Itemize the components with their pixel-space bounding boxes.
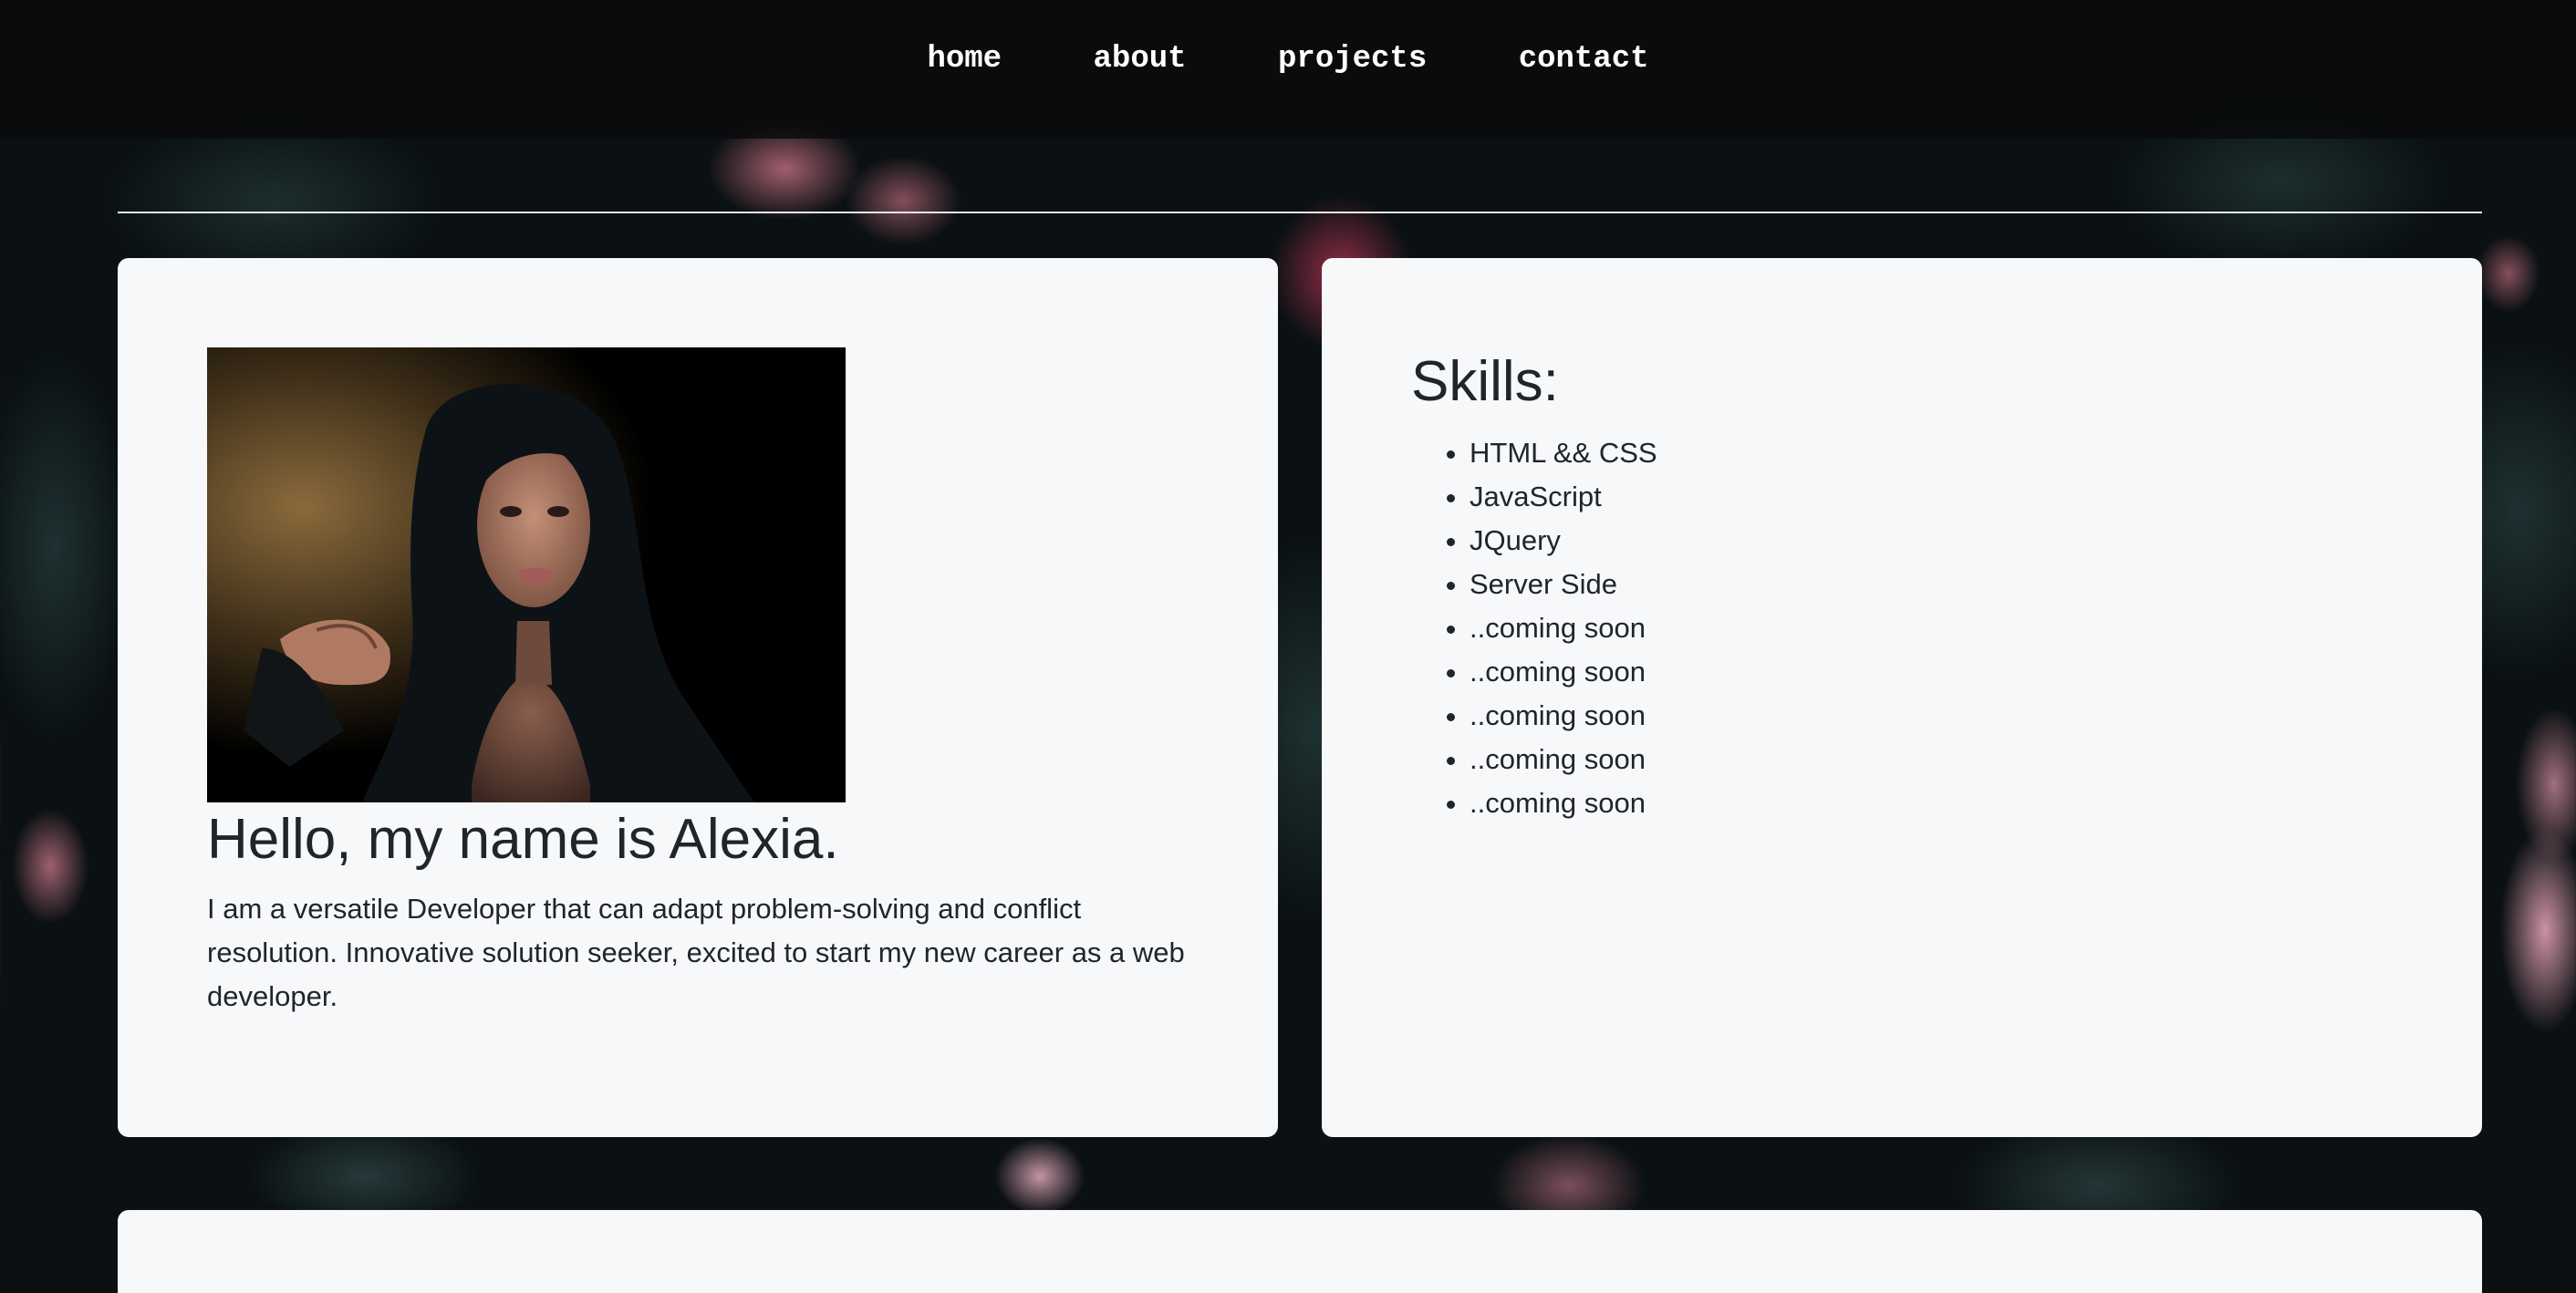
nav-link-about[interactable]: about <box>1094 42 1187 77</box>
section-divider <box>118 212 2482 213</box>
skill-item: Server Side <box>1470 563 1657 606</box>
intro-description: I am a versatile Developer that can adap… <box>207 893 1185 1012</box>
nav-links: home about projects contact <box>0 42 2576 77</box>
skill-item: ..coming soon <box>1470 694 1657 738</box>
next-section-card <box>118 1210 2482 1293</box>
skill-item: JQuery <box>1470 519 1657 563</box>
profile-photo <box>207 347 846 802</box>
skills-list: HTML && CSS JavaScript JQuery Server Sid… <box>1411 431 1657 825</box>
skills-card: Skills: HTML && CSS JavaScript JQuery Se… <box>1322 258 2482 1137</box>
skill-item: ..coming soon <box>1470 738 1657 781</box>
nav-link-contact[interactable]: contact <box>1519 42 1649 77</box>
top-navbar: home about projects contact <box>0 0 2576 139</box>
skill-item: JavaScript <box>1470 475 1657 519</box>
page: { "nav": { "items": [ {"label": "home"},… <box>0 0 2576 1293</box>
nav-link-projects[interactable]: projects <box>1278 42 1427 77</box>
skill-item: ..coming soon <box>1470 781 1657 825</box>
skills-heading: Skills: <box>1411 350 1559 413</box>
skill-item: ..coming soon <box>1470 606 1657 650</box>
skill-item: HTML && CSS <box>1470 431 1657 475</box>
skill-item: ..coming soon <box>1470 650 1657 694</box>
nav-link-home[interactable]: home <box>927 42 1002 77</box>
intro-heading: Hello, my name is Alexia. <box>207 808 839 871</box>
intro-card: Hello, my name is Alexia. I am a versati… <box>118 258 1278 1137</box>
